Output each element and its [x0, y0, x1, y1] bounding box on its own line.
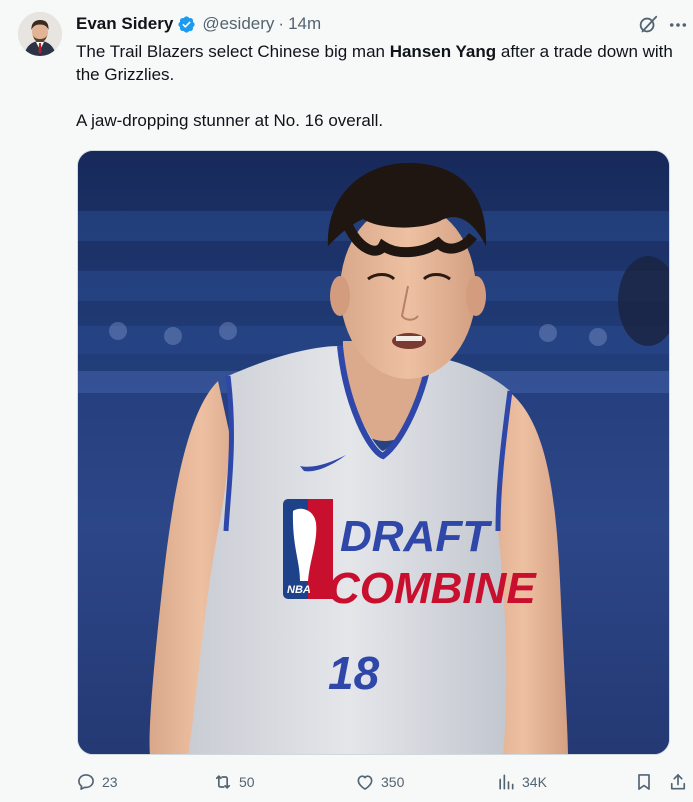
tweet-paragraph-1: The Trail Blazers select Chinese big man…: [76, 40, 676, 86]
tweet-action-bar: 23 50 350 34K: [76, 770, 688, 794]
repost-icon: [215, 775, 231, 789]
repost-count: 50: [239, 774, 255, 790]
views-button[interactable]: 34K: [496, 770, 547, 794]
like-count: 350: [381, 774, 405, 790]
tweet-text: The Trail Blazers select Chinese big man…: [76, 40, 676, 132]
separator-dot: ·: [278, 14, 285, 33]
tweet-media-photo[interactable]: NBA DRAFT COMBINE 18: [77, 150, 670, 755]
verified-badge-icon[interactable]: [177, 15, 196, 34]
grok-icon[interactable]: [637, 14, 659, 36]
tweet-card[interactable]: Evan Sidery @esidery · 14m The Trail Bla…: [0, 0, 693, 802]
share-button[interactable]: [668, 770, 688, 794]
like-button[interactable]: 350: [355, 770, 404, 794]
views-icon: [499, 774, 514, 790]
share-icon: [670, 774, 686, 790]
reply-count: 23: [102, 774, 118, 790]
reply-icon: [78, 774, 94, 790]
jersey-nba-logo-text: NBA: [287, 584, 311, 596]
tweet-text-pre: The Trail Blazers select Chinese big man: [76, 42, 390, 61]
tweet-header: Evan Sidery @esidery · 14m: [76, 13, 321, 35]
jersey-number: 18: [328, 647, 380, 699]
more-options-icon[interactable]: [668, 14, 688, 36]
author-handle[interactable]: @esidery: [202, 14, 274, 34]
tweet-text-bold: Hansen Yang: [389, 42, 497, 61]
avatar[interactable]: [18, 12, 62, 56]
bookmark-button[interactable]: [634, 770, 654, 794]
heart-icon: [357, 775, 373, 790]
repost-button[interactable]: 50: [213, 770, 255, 794]
reply-button[interactable]: 23: [76, 770, 118, 794]
author-name[interactable]: Evan Sidery: [76, 14, 173, 34]
bookmark-icon: [638, 774, 650, 790]
jersey-text-combine: COMBINE: [328, 564, 537, 613]
jersey-text-draft: DRAFT: [340, 512, 492, 561]
views-count: 34K: [522, 774, 547, 790]
tweet-paragraph-2: A jaw-dropping stunner at No. 16 overall…: [76, 111, 384, 130]
timestamp[interactable]: 14m: [288, 14, 321, 34]
